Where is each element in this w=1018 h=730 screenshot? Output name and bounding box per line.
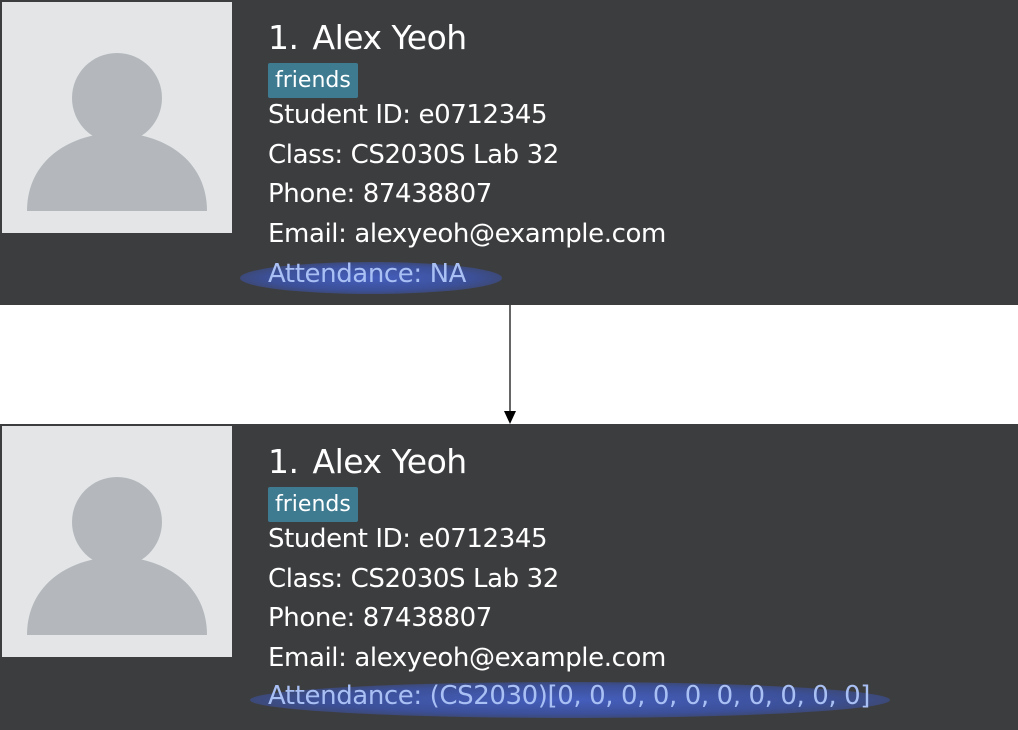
- person-card-before: 1. Alex Yeoh friends Student ID: e0712345…: [0, 0, 1018, 305]
- class-field: Class: CS2030S Lab 32: [268, 564, 559, 594]
- person-index: 1.: [268, 18, 299, 57]
- person-index: 1.: [268, 442, 299, 481]
- email-field: Email: alexyeoh@example.com: [268, 219, 666, 249]
- phone-field: Phone: 87438807: [268, 179, 492, 209]
- phone-field: Phone: 87438807: [268, 603, 492, 633]
- person-name: Alex Yeoh: [312, 442, 468, 481]
- attendance-field-after: Attendance: (CS2030)[0, 0, 0, 0, 0, 0, 0…: [268, 681, 871, 711]
- class-field: Class: CS2030S Lab 32: [268, 140, 559, 170]
- tag-badge: friends: [268, 487, 358, 522]
- person-name-row: 1. Alex Yeoh: [268, 442, 467, 481]
- tag-badge: friends: [268, 63, 358, 98]
- person-name-row: 1. Alex Yeoh: [268, 18, 467, 57]
- student-id-field: Student ID: e0712345: [268, 100, 548, 130]
- person-name: Alex Yeoh: [312, 18, 468, 57]
- avatar-placeholder-icon: [2, 426, 232, 657]
- arrow-down-icon: [504, 305, 516, 424]
- attendance-field-before: Attendance: NA: [268, 259, 467, 289]
- student-id-field: Student ID: e0712345: [268, 524, 548, 554]
- avatar-placeholder-icon: [2, 2, 232, 233]
- email-field: Email: alexyeoh@example.com: [268, 643, 666, 673]
